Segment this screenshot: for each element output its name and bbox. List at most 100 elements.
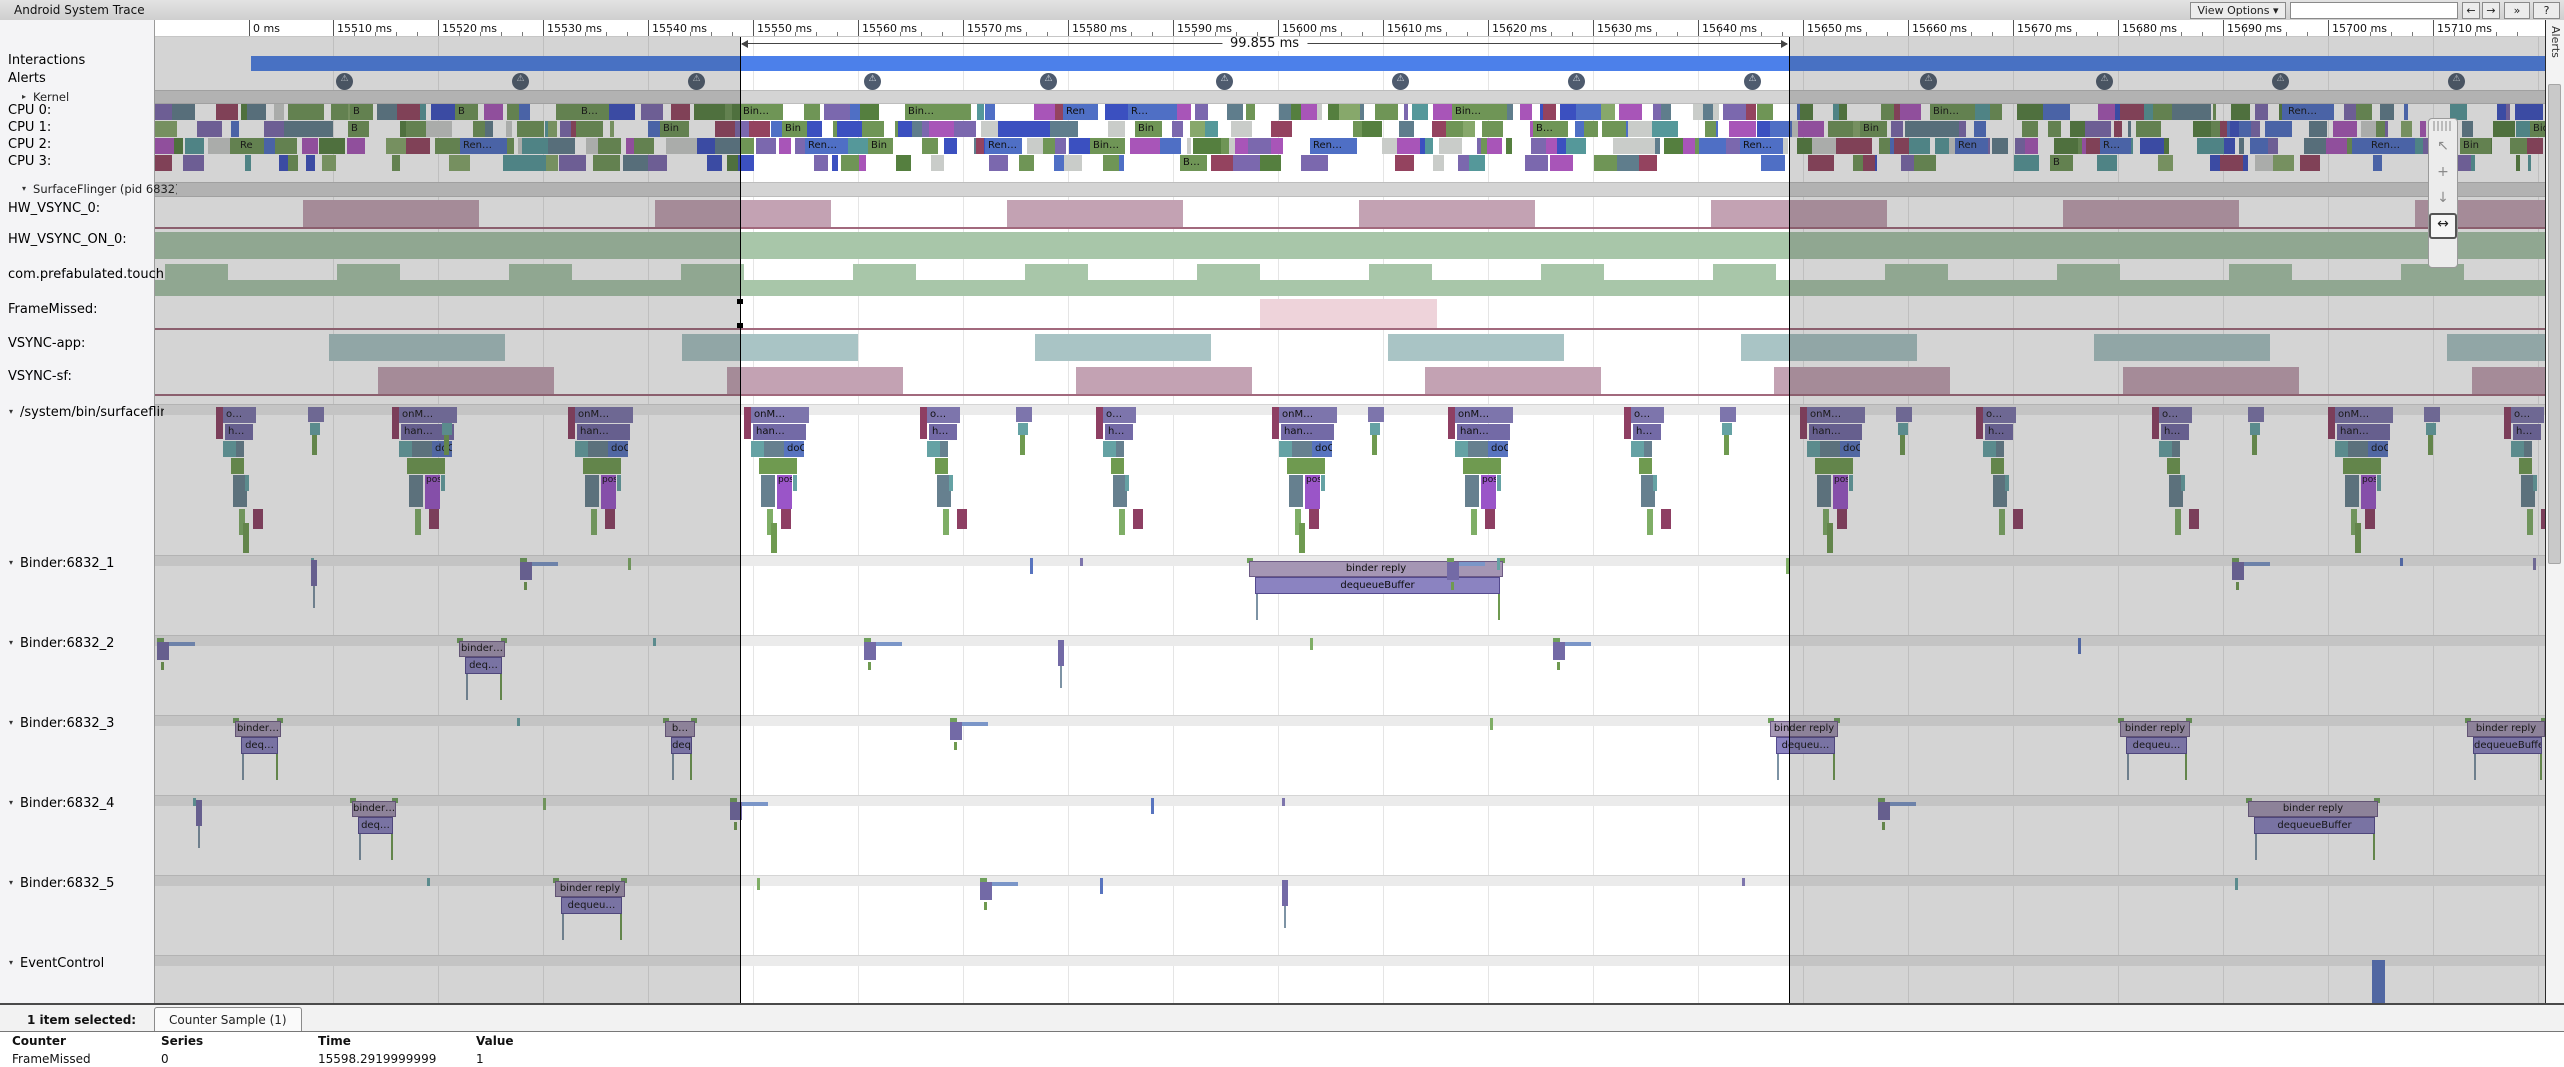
sf-slice[interactable] [2159, 441, 2172, 457]
cpu-slice[interactable] [406, 121, 425, 137]
sf-slice[interactable] [1125, 475, 1129, 491]
cpu-slice[interactable] [1891, 121, 1904, 137]
cpu-slice[interactable] [1812, 138, 1836, 154]
binder-tall-slice[interactable] [311, 560, 317, 586]
cpu-slice[interactable] [2098, 104, 2115, 120]
sf-slice[interactable] [216, 407, 223, 439]
cpu-slice[interactable] [1602, 121, 1625, 137]
counter-block[interactable] [1369, 264, 1432, 296]
cpu-slice[interactable] [2048, 121, 2061, 137]
counter-block[interactable] [853, 264, 916, 296]
sf-slice-labeled[interactable]: onM… [1455, 407, 1513, 423]
sf-slice-labeled[interactable]: doC [1840, 441, 1860, 457]
cpu-slice[interactable] [1328, 104, 1340, 120]
cpu-slice[interactable] [1683, 138, 1696, 154]
sf-slice[interactable] [308, 407, 324, 422]
sf-slice[interactable] [1644, 441, 1652, 457]
cpu-slice[interactable] [1425, 138, 1433, 154]
cpu-slice[interactable] [779, 138, 791, 154]
cpu-slice-labeled[interactable]: Bin… [905, 104, 966, 120]
alert-icon[interactable]: ⚠ [864, 73, 881, 90]
alert-icon[interactable]: ⚠ [2272, 73, 2289, 90]
sf-slice-labeled[interactable]: o… [1631, 407, 1664, 423]
sf-slice[interactable] [943, 509, 949, 535]
cpu-slice[interactable] [1628, 121, 1652, 137]
cpu-slice[interactable] [697, 138, 716, 154]
sf-slice[interactable] [2511, 441, 2524, 457]
cpu-slice[interactable] [2086, 138, 2100, 154]
cpu-slice[interactable] [1699, 138, 1726, 154]
dequeue-buffer-slice[interactable]: deq… [465, 657, 502, 674]
sf-slice[interactable] [764, 441, 784, 457]
cpu-slice[interactable] [559, 155, 586, 171]
cpu-slice[interactable] [2114, 121, 2123, 137]
cpu-slice[interactable] [2043, 104, 2070, 120]
cpu-slice[interactable] [2420, 121, 2426, 137]
sf-slice-labeled[interactable]: o… [223, 407, 256, 423]
cpu-slice[interactable] [1317, 104, 1322, 120]
cpu-slice[interactable] [1894, 138, 1909, 154]
cpu-slice[interactable] [1291, 104, 1301, 120]
vertical-scrollbar-thumb[interactable] [2548, 84, 2561, 564]
cpu-slice[interactable] [1661, 104, 1671, 120]
sf-slice[interactable] [1900, 435, 1905, 455]
cpu-slice[interactable] [715, 121, 736, 137]
cpu-slice[interactable] [319, 138, 345, 154]
sf-slice-labeled[interactable]: onM… [1807, 407, 1865, 423]
counter-block[interactable] [1359, 200, 1535, 227]
sf-slice[interactable] [583, 458, 621, 474]
counter-block[interactable] [337, 264, 400, 296]
cpu-slice[interactable] [2224, 138, 2235, 154]
cpu-slice[interactable] [522, 138, 547, 154]
cpu-slice[interactable] [1617, 155, 1639, 171]
sf-slice[interactable] [1817, 475, 1831, 507]
sf-slice[interactable] [1820, 441, 1840, 457]
binder-tall-slice[interactable] [1058, 640, 1064, 666]
cpu-slice[interactable] [2304, 138, 2327, 154]
cpu-slice-labeled[interactable]: Ren… [460, 138, 507, 154]
binder-tick[interactable] [1310, 638, 1313, 650]
cpu-slice[interactable] [2231, 104, 2250, 120]
cpu-slice[interactable] [560, 121, 571, 137]
cpu-slice[interactable] [1839, 104, 1847, 120]
sf-slice-labeled[interactable]: h… [1633, 424, 1661, 440]
cpu-slice[interactable] [431, 104, 456, 120]
sf-slice[interactable] [1639, 458, 1652, 474]
cpu-slice[interactable] [197, 121, 222, 137]
cpu-slice[interactable] [507, 104, 519, 120]
sf-slice[interactable] [2175, 509, 2181, 535]
sf-slice[interactable] [392, 407, 399, 439]
binder-tick[interactable] [653, 638, 656, 646]
sf-slice[interactable] [605, 509, 615, 529]
cpu-slice[interactable] [1800, 104, 1813, 120]
sf-slice[interactable] [253, 509, 263, 529]
cpu-slice[interactable] [1757, 104, 1773, 120]
track-group-toggle[interactable]: ▾Binder:6832_5 [0, 876, 164, 956]
cpu-slice[interactable] [2054, 138, 2077, 154]
cpu-slice[interactable] [1959, 121, 1966, 137]
sf-slice-labeled[interactable]: pos [777, 475, 792, 509]
sf-slice[interactable] [245, 475, 249, 491]
cpu-slice[interactable] [506, 121, 512, 137]
binder-tick[interactable] [757, 878, 760, 890]
timeline-canvas[interactable]: BBB…Bin…Bin…RenR…Bin…Bin…Ren…BBinBinBinB… [155, 20, 2545, 1003]
sf-slice[interactable] [1309, 509, 1319, 529]
sf-slice-labeled[interactable]: h… [2513, 424, 2541, 440]
cpu-slice[interactable] [1190, 121, 1205, 137]
cpu-slice[interactable] [1301, 104, 1318, 120]
cpu-slice[interactable] [1860, 138, 1872, 154]
cpu-slice[interactable] [449, 155, 471, 171]
cpu-slice[interactable] [1601, 104, 1615, 120]
cpu-slice[interactable] [1705, 121, 1715, 137]
sf-slice[interactable] [1722, 423, 1732, 435]
binder-tick[interactable] [517, 718, 520, 726]
framemissed-block[interactable] [1260, 299, 1437, 328]
collapse-arrow-icon[interactable]: ▾ [9, 558, 13, 567]
binder-tick[interactable] [1282, 798, 1285, 806]
cpu-slice[interactable] [2158, 155, 2174, 171]
sf-slice[interactable] [1827, 523, 1833, 553]
sf-slice-labeled[interactable]: onM… [2335, 407, 2393, 423]
cpu-slice-labeled[interactable]: B [455, 104, 478, 120]
help-button[interactable]: ? [2533, 2, 2560, 19]
cpu-slice[interactable] [172, 104, 195, 120]
